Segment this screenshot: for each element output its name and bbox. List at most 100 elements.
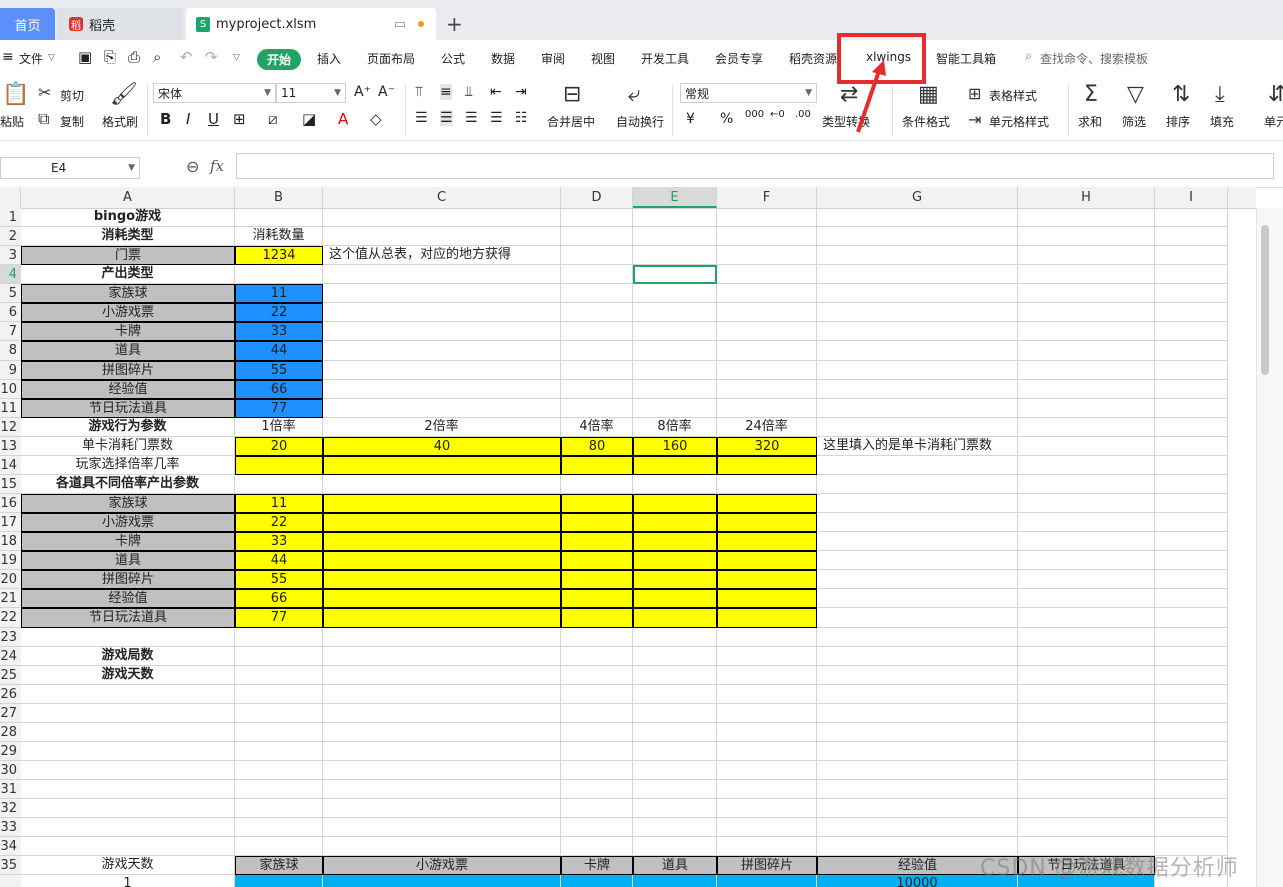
scissors-icon[interactable]: ✂ xyxy=(38,83,51,102)
row-header-30[interactable]: 30 xyxy=(0,761,21,781)
row-header-19[interactable]: 19 xyxy=(0,551,21,571)
cell-i4[interactable] xyxy=(1155,265,1228,285)
cell-a4[interactable]: 产出类型 xyxy=(21,265,235,285)
cell-a18[interactable]: 卡牌 xyxy=(21,532,235,552)
cell-c25[interactable] xyxy=(323,665,561,685)
cell-c19[interactable] xyxy=(323,551,561,571)
cell-c20[interactable] xyxy=(323,570,561,590)
cell-h15[interactable] xyxy=(1018,474,1155,495)
cell-a31[interactable] xyxy=(21,780,235,800)
cell-f13[interactable]: 320 xyxy=(717,436,817,456)
row-header-20[interactable]: 20 xyxy=(0,570,21,590)
cell-a12[interactable]: 游戏行为参数 xyxy=(21,417,235,437)
cell-d29[interactable] xyxy=(561,741,633,762)
cell-c35[interactable]: 小游戏票 xyxy=(323,856,561,876)
cell-f21[interactable] xyxy=(717,589,817,609)
cell-a7[interactable]: 卡牌 xyxy=(21,322,235,342)
cell-h32[interactable] xyxy=(1018,799,1155,819)
zoom-icon[interactable]: ⊖ xyxy=(186,157,199,176)
border-icon[interactable]: ⊞ xyxy=(233,110,246,128)
cell-g17[interactable] xyxy=(817,513,1018,533)
name-box[interactable]: E4 ▼ xyxy=(0,157,140,179)
filter-icon[interactable]: ▽ xyxy=(1127,82,1144,107)
cell-c14[interactable] xyxy=(323,455,561,475)
sort-button[interactable]: 排序 xyxy=(1166,113,1190,130)
cell-f29[interactable] xyxy=(717,741,817,762)
cell-i11[interactable] xyxy=(1155,398,1228,418)
cell-h33[interactable] xyxy=(1018,818,1155,838)
cell-f10[interactable] xyxy=(717,379,817,399)
chevron-down-icon[interactable]: ▽ xyxy=(48,53,55,63)
cell-g24[interactable] xyxy=(817,646,1018,666)
menu-start[interactable]: 开始 xyxy=(257,49,301,70)
cell-e7[interactable] xyxy=(633,322,717,342)
cell-i21[interactable] xyxy=(1155,589,1228,609)
cell-d26[interactable] xyxy=(561,684,633,704)
filter-button[interactable]: 筛选 xyxy=(1122,113,1146,130)
cell-c13[interactable]: 40 xyxy=(323,436,561,456)
cell-e9[interactable] xyxy=(633,360,717,380)
cell-d7[interactable] xyxy=(561,322,633,342)
cell-h28[interactable] xyxy=(1018,722,1155,742)
cell-e10[interactable] xyxy=(633,379,717,399)
cell-g6[interactable] xyxy=(817,303,1018,323)
cell-a33[interactable] xyxy=(21,818,235,838)
cell-b25[interactable] xyxy=(235,665,323,685)
cell-i18[interactable] xyxy=(1155,532,1228,552)
cell-f14[interactable] xyxy=(717,455,817,475)
cell-i9[interactable] xyxy=(1155,360,1228,380)
merge-icon[interactable]: ⊟ xyxy=(563,82,581,107)
row-header-33[interactable]: 33 xyxy=(0,818,21,838)
cell-i7[interactable] xyxy=(1155,322,1228,342)
cell-e33[interactable] xyxy=(633,818,717,838)
row-header-11[interactable]: 11 xyxy=(0,398,21,418)
cell-f1[interactable] xyxy=(717,208,817,228)
menu-formulas[interactable]: 公式 xyxy=(441,50,465,67)
underline-icon[interactable]: U xyxy=(208,110,219,128)
cell-b16[interactable]: 11 xyxy=(235,494,323,514)
cell-h18[interactable] xyxy=(1018,532,1155,552)
cell-i33[interactable] xyxy=(1155,818,1228,838)
cell-d21[interactable] xyxy=(561,589,633,609)
menu-view[interactable]: 视图 xyxy=(591,50,615,67)
row-header-22[interactable]: 22 xyxy=(0,608,21,628)
cell-c7[interactable] xyxy=(323,322,561,342)
cell-c36[interactable] xyxy=(323,875,561,887)
cell-d2[interactable] xyxy=(561,227,633,247)
cell-b5[interactable]: 11 xyxy=(235,284,323,304)
cell-h26[interactable] xyxy=(1018,684,1155,704)
cell-g5[interactable] xyxy=(817,284,1018,304)
row-header-36[interactable] xyxy=(0,875,21,887)
thousands-icon[interactable]: 000 xyxy=(745,109,764,120)
cell-g12[interactable] xyxy=(817,417,1018,437)
cell-g15[interactable] xyxy=(817,474,1018,495)
cell-h14[interactable] xyxy=(1018,455,1155,475)
cell-i22[interactable] xyxy=(1155,608,1228,628)
row-header-18[interactable]: 18 xyxy=(0,532,21,552)
cell-c21[interactable] xyxy=(323,589,561,609)
percent-icon[interactable]: % xyxy=(720,111,733,127)
cell-i27[interactable] xyxy=(1155,703,1228,723)
cell-h8[interactable] xyxy=(1018,341,1155,361)
cell-b13[interactable]: 20 xyxy=(235,436,323,456)
cell-i17[interactable] xyxy=(1155,513,1228,533)
cell-icon[interactable]: ⇵ xyxy=(1268,82,1283,107)
quick-access-dropdown-icon[interactable]: ▽ xyxy=(233,53,240,63)
indent-increase-icon[interactable]: ⇥ xyxy=(515,84,527,100)
cell-d33[interactable] xyxy=(561,818,633,838)
cell-h11[interactable] xyxy=(1018,398,1155,418)
row-header-7[interactable]: 7 xyxy=(0,322,21,342)
column-header-d[interactable]: D xyxy=(561,187,633,208)
format-painter-button[interactable]: 格式刷 xyxy=(102,113,138,130)
cell-d10[interactable] xyxy=(561,379,633,399)
cell-c31[interactable] xyxy=(323,780,561,800)
cell-h19[interactable] xyxy=(1018,551,1155,571)
cell-b20[interactable]: 55 xyxy=(235,570,323,590)
cell-d23[interactable] xyxy=(561,627,633,647)
cell-d4[interactable] xyxy=(561,265,633,285)
justify-icon[interactable]: ☰ xyxy=(490,110,503,126)
cell-e20[interactable] xyxy=(633,570,717,590)
cell-e6[interactable] xyxy=(633,303,717,323)
cell-a13[interactable]: 单卡消耗门票数 xyxy=(21,436,235,456)
cell-b24[interactable] xyxy=(235,646,323,666)
